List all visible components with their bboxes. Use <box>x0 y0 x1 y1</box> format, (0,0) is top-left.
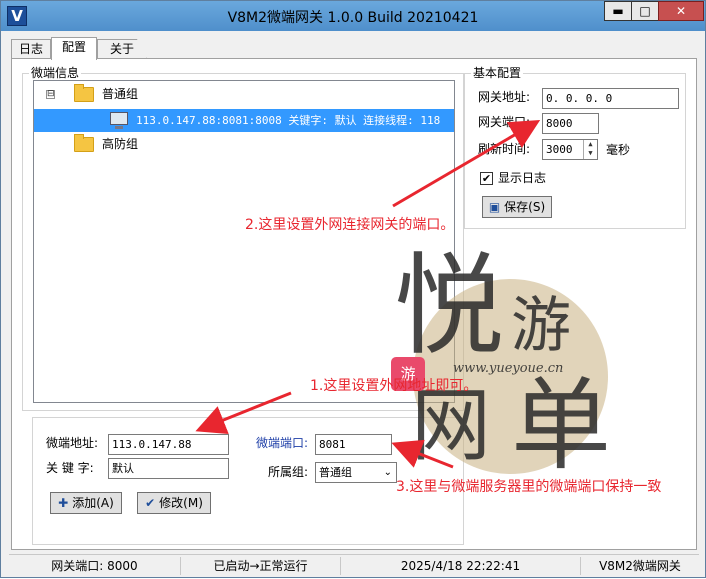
annotation-note-3: 3.这里与微端服务器里的微端端口保持一致 <box>396 479 662 495</box>
arrow-micro-port <box>391 439 454 469</box>
tab-config[interactable]: 配置 <box>51 37 97 60</box>
arrow-micro-address <box>195 391 292 435</box>
arrow-gateway-port <box>392 119 541 208</box>
status-datetime: 2025/4/18 22:22:41 <box>341 557 581 575</box>
annotation-note-1: 1.这里设置外网地址即可。 <box>310 378 478 394</box>
status-port: 网关端口: 8000 <box>9 557 181 575</box>
status-app: V8M2微端网关 <box>599 559 681 573</box>
status-state: 已启动→正常运行 <box>181 557 341 575</box>
status-bar: 网关端口: 8000 已启动→正常运行 2025/4/18 22:22:41 V… <box>9 554 699 576</box>
main-window: V V8M2微端网关 1.0.0 Build 20210421 ▬ □ ✕ 日志… <box>0 0 706 578</box>
annotation-note-2: 2.这里设置外网连接网关的端口。 <box>245 217 455 233</box>
